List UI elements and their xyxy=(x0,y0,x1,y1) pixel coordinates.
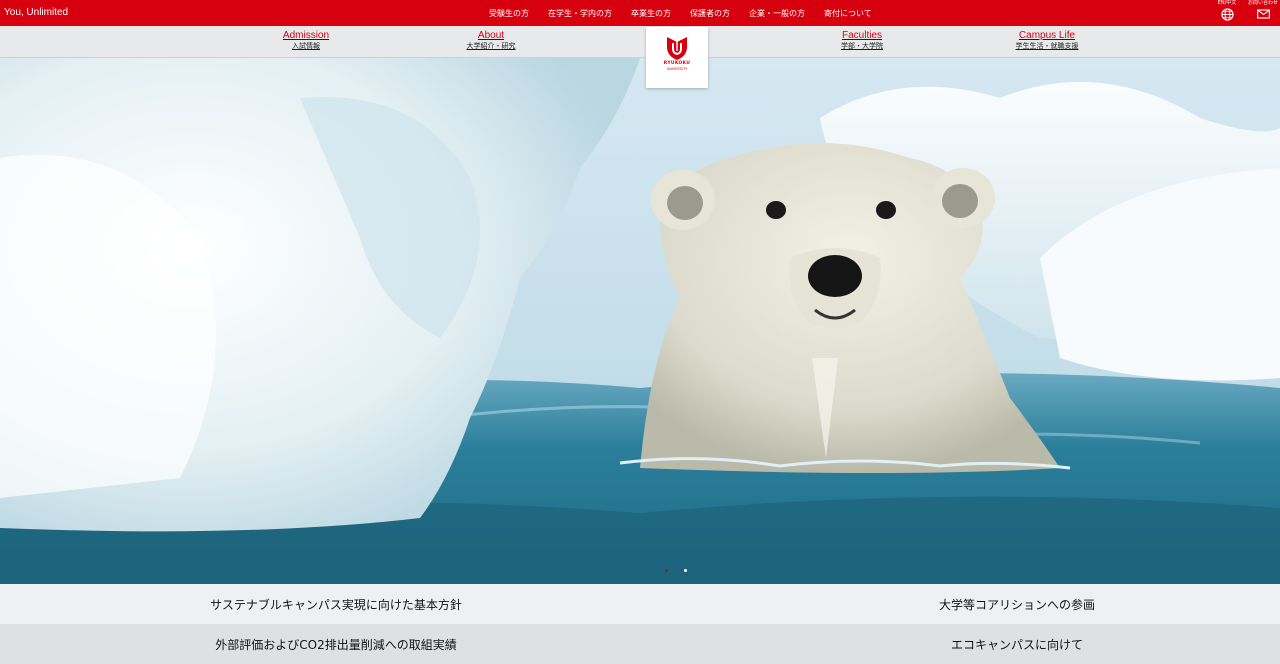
link-prospective[interactable]: 受験生の方 xyxy=(489,8,529,19)
link-eco-campus[interactable]: エコキャンパスに向けて xyxy=(951,636,1083,653)
nav-about[interactable]: About 大学紹介・研究 xyxy=(467,30,516,51)
nav-campus-life-en: Campus Life xyxy=(1018,30,1076,41)
link-donation[interactable]: 寄付について xyxy=(824,8,872,19)
nav-faculties-en: Faculties xyxy=(841,30,882,41)
link-sustainable-policy[interactable]: サステナブルキャンパス実現に向けた基本方針 xyxy=(210,596,462,613)
polar-bear-illustration xyxy=(0,58,1280,584)
link-companies[interactable]: 企業・一般の方 xyxy=(749,8,805,19)
link-row-2: 外部評価およびCO2排出量削減への取組実績 エコキャンパスに向けて xyxy=(0,624,1280,664)
hero-image xyxy=(0,58,1280,584)
contact-link[interactable]: お問い合わせ xyxy=(1246,0,1280,19)
link-alumni[interactable]: 卒業生の方 xyxy=(631,8,671,19)
sustainability-links: サステナブルキャンパス実現に向けた基本方針 大学等コアリションへの参画 外部評価… xyxy=(0,584,1280,664)
slide-indicator-active[interactable] xyxy=(665,569,668,572)
main-nav: Admission 入試情報 About 大学紹介・研究 Faculties 学… xyxy=(0,26,1280,58)
audience-links: 受験生の方 在学生・学内の方 卒業生の方 保護者の方 企業・一般の方 寄付につい… xyxy=(489,8,891,19)
link-parents[interactable]: 保護者の方 xyxy=(690,8,730,19)
nav-admission[interactable]: Admission 入試情報 xyxy=(283,30,329,51)
nav-admission-ja: 入試情報 xyxy=(291,42,320,50)
logo-sub: UNIVERSITY xyxy=(666,67,688,71)
slide-indicator[interactable] xyxy=(684,569,687,572)
link-coalition[interactable]: 大学等コアリションへの参画 xyxy=(939,596,1095,613)
nav-faculties-ja: 学部・大学院 xyxy=(841,42,883,50)
nav-about-ja: 大学紹介・研究 xyxy=(466,42,516,50)
nav-faculties[interactable]: Faculties 学部・大学院 xyxy=(841,30,883,51)
contact-label: お問い合わせ xyxy=(1247,0,1278,6)
slogan: You, Unlimited xyxy=(4,7,69,18)
nav-campus-life-ja: 学生生活・就職支援 xyxy=(1015,42,1079,50)
link-co2-results[interactable]: 外部評価およびCO2排出量削減への取組実績 xyxy=(215,636,456,653)
logo-emblem-icon xyxy=(667,37,687,60)
globe-icon xyxy=(1220,8,1234,21)
language-switch[interactable]: EN/中文 xyxy=(1211,0,1243,21)
link-row-1: サステナブルキャンパス実現に向けた基本方針 大学等コアリションへの参画 xyxy=(0,584,1280,624)
mail-icon xyxy=(1256,9,1270,19)
nav-admission-en: Admission xyxy=(282,30,330,41)
university-logo[interactable]: RYUKOKU UNIVERSITY xyxy=(646,27,708,88)
nav-campus-life[interactable]: Campus Life 学生生活・就職支援 xyxy=(1016,30,1079,51)
top-bar: You, Unlimited 受験生の方 在学生・学内の方 卒業生の方 保護者の… xyxy=(0,0,1280,26)
link-students[interactable]: 在学生・学内の方 xyxy=(548,8,612,19)
nav-about-en: About xyxy=(477,30,505,41)
language-label: EN/中文 xyxy=(1217,0,1237,6)
